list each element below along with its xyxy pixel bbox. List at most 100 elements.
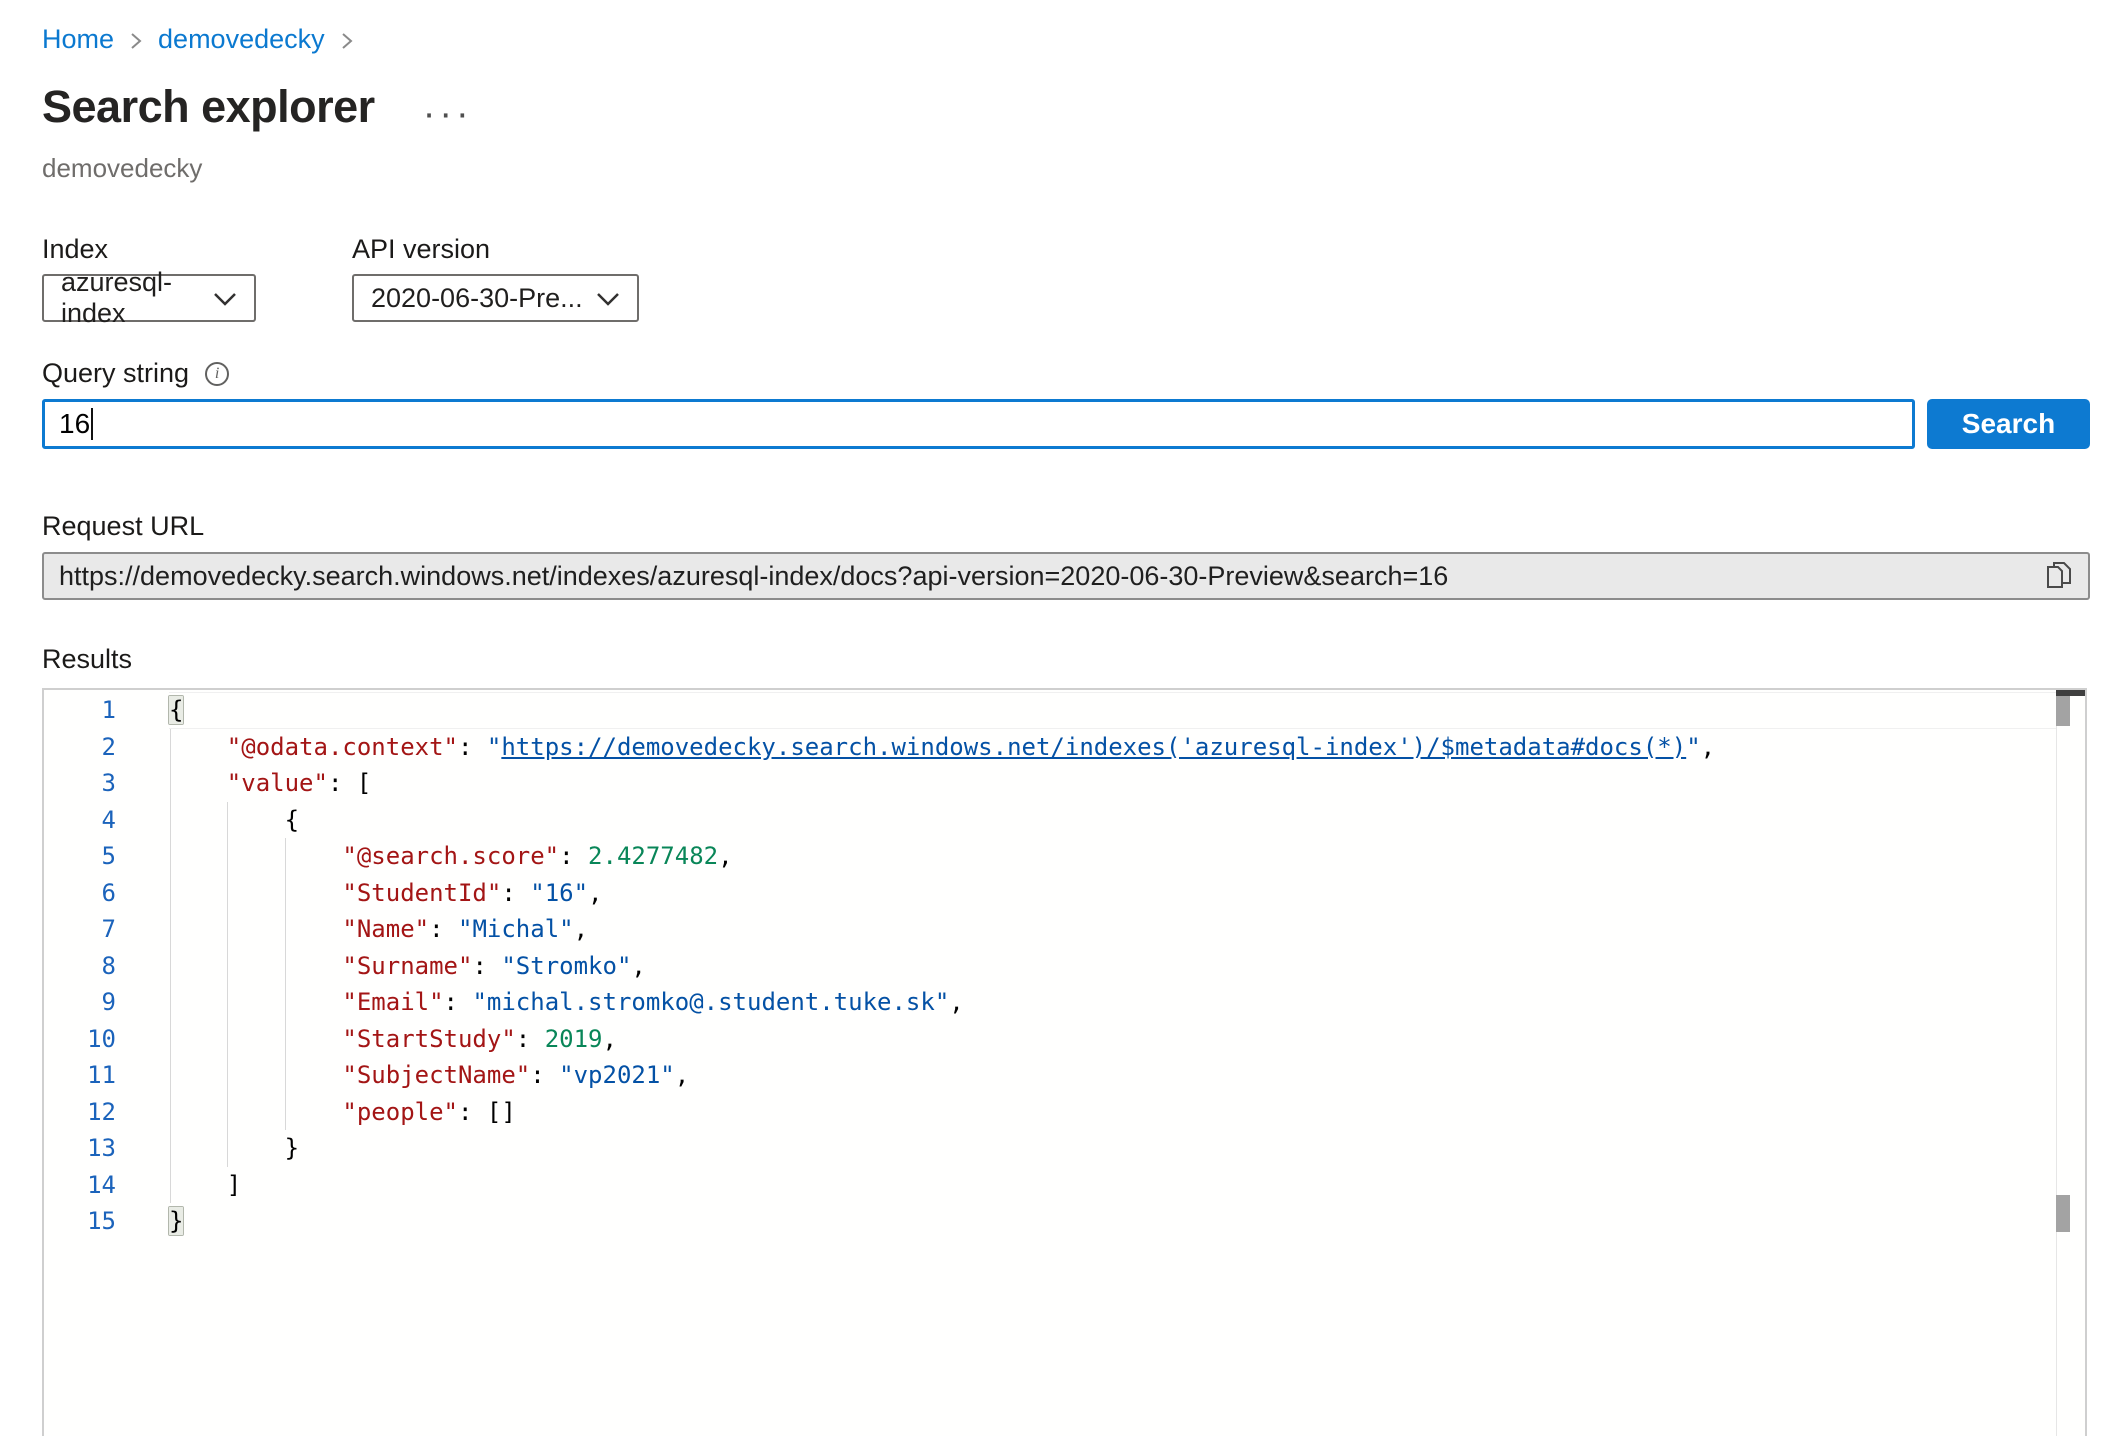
- line-number: 15: [44, 1203, 169, 1240]
- code-line-content: "StudentId": "16",: [169, 875, 2056, 912]
- code-line-content: ]: [169, 1167, 2056, 1204]
- code-line: 6 "StudentId": "16",: [44, 875, 2056, 912]
- code-line: 10 "StartStudy": 2019,: [44, 1021, 2056, 1058]
- indent-guide: [170, 911, 171, 948]
- copy-button[interactable]: [2042, 558, 2076, 595]
- page-header: Search explorer ···: [42, 81, 2102, 133]
- code-token: "Name": [342, 915, 429, 943]
- line-number: 12: [44, 1094, 169, 1131]
- code-line: 8 "Surname": "Stromko",: [44, 948, 2056, 985]
- indent-guide: [227, 838, 228, 875]
- request-url-label: Request URL: [42, 511, 2102, 542]
- indent-guide: [170, 729, 171, 766]
- code-token: "people": [342, 1098, 458, 1126]
- code-token: "@search.score": [342, 842, 559, 870]
- code-line-content: "Surname": "Stromko",: [169, 948, 2056, 985]
- line-number: 5: [44, 838, 169, 875]
- info-icon[interactable]: i: [205, 362, 229, 386]
- indent-guide: [285, 948, 286, 985]
- code-line-content: "@odata.context": "https://demovedecky.s…: [169, 729, 2056, 766]
- code-line-content: {: [169, 802, 2056, 839]
- breadcrumb-link-demovedecky[interactable]: demovedecky: [158, 24, 325, 55]
- code-token: 2.4277482: [588, 842, 718, 870]
- results-code-editor[interactable]: 1{2 "@odata.context": "https://demovedec…: [42, 688, 2087, 1436]
- code-text: "Email": "michal.stromko@.student.tuke.s…: [169, 988, 964, 1016]
- indent-guide: [170, 765, 171, 802]
- index-apiversion-row: Index azuresql-index API version 2020-06…: [42, 234, 2102, 322]
- code-text: }: [169, 1207, 183, 1235]
- request-url-field: https://demovedecky.search.windows.net/i…: [42, 552, 2090, 600]
- request-url-value: https://demovedecky.search.windows.net/i…: [59, 561, 2042, 592]
- indent-guide: [227, 875, 228, 912]
- code-token: https://demovedecky.search.windows.net/i…: [501, 733, 1686, 761]
- indent-guide: [170, 984, 171, 1021]
- indent-guide: [227, 984, 228, 1021]
- code-token: "value": [227, 769, 328, 797]
- code-token: ,: [949, 988, 963, 1016]
- code-line-content: "Email": "michal.stromko@.student.tuke.s…: [169, 984, 2056, 1021]
- code-line-content: }: [169, 1130, 2056, 1167]
- code-line-content: "Name": "Michal",: [169, 911, 2056, 948]
- more-commands-button[interactable]: ···: [423, 95, 473, 133]
- code-token: ]: [227, 1171, 241, 1199]
- code-token: "Surname": [342, 952, 472, 980]
- code-text: "Surname": "Stromko",: [169, 952, 646, 980]
- results-label: Results: [42, 644, 2102, 675]
- code-line: 2 "@odata.context": "https://demovedecky…: [44, 729, 2056, 766]
- code-token: "@odata.context": [227, 733, 458, 761]
- indent-guide: [285, 1057, 286, 1094]
- breadcrumb-link-home[interactable]: Home: [42, 24, 114, 55]
- code-text: "StudentId": "16",: [169, 879, 603, 907]
- scrollbar-track: [2056, 690, 2057, 1436]
- code-token: 2019: [545, 1025, 603, 1053]
- text-caret: [91, 408, 93, 440]
- index-dropdown[interactable]: azuresql-index: [42, 274, 256, 322]
- indent-guide: [170, 948, 171, 985]
- api-version-dropdown[interactable]: 2020-06-30-Pre...: [352, 274, 639, 322]
- code-token: :: [501, 879, 530, 907]
- code-line: 4 {: [44, 802, 2056, 839]
- chevron-right-icon: [339, 30, 355, 52]
- search-explorer-page: Home demovedecky Search explorer ··· dem…: [0, 0, 2102, 1436]
- code-token: ,: [602, 1025, 616, 1053]
- code-line: 1{: [44, 692, 2056, 729]
- code-text: "SubjectName": "vp2021",: [169, 1061, 689, 1089]
- code-token: ,: [675, 1061, 689, 1089]
- code-token: :: [559, 842, 588, 870]
- code-text: "people": []: [169, 1098, 516, 1126]
- indent-guide: [285, 984, 286, 1021]
- search-button[interactable]: Search: [1927, 399, 2090, 449]
- code-line: 9 "Email": "michal.stromko@.student.tuke…: [44, 984, 2056, 1021]
- code-token: ": [1686, 733, 1700, 761]
- indent-guide: [170, 838, 171, 875]
- scrollbar-thumb[interactable]: [2056, 696, 2070, 726]
- query-input[interactable]: 16: [42, 399, 1915, 449]
- code-token: "StudentId": [342, 879, 501, 907]
- indent-guide: [170, 802, 171, 839]
- line-number: 13: [44, 1130, 169, 1167]
- indent-guide: [170, 1021, 171, 1058]
- code-token: "Michal": [458, 915, 574, 943]
- code-token: ,: [1701, 733, 1715, 761]
- indent-guide: [227, 1021, 228, 1058]
- line-number: 8: [44, 948, 169, 985]
- code-token: "vp2021": [559, 1061, 675, 1089]
- code-line-content: "StartStudy": 2019,: [169, 1021, 2056, 1058]
- code-line: 15}: [44, 1203, 2056, 1240]
- code-token: "michal.stromko@.student.tuke.sk": [472, 988, 949, 1016]
- code-line-content: "@search.score": 2.4277482,: [169, 838, 2056, 875]
- code-text: {: [169, 696, 183, 724]
- indent-guide: [170, 1094, 171, 1131]
- code-text: }: [169, 1134, 299, 1162]
- line-number: 11: [44, 1057, 169, 1094]
- query-string-label: Query string: [42, 358, 189, 389]
- scrollbar-thumb[interactable]: [2056, 1195, 2070, 1232]
- copy-icon: [2046, 578, 2072, 593]
- code-text: "value": [: [169, 769, 371, 797]
- code-token: :: [429, 915, 458, 943]
- code-line: 13 }: [44, 1130, 2056, 1167]
- line-number: 7: [44, 911, 169, 948]
- indent-guide: [170, 875, 171, 912]
- code-token: "Email": [342, 988, 443, 1016]
- code-text: {: [169, 806, 299, 834]
